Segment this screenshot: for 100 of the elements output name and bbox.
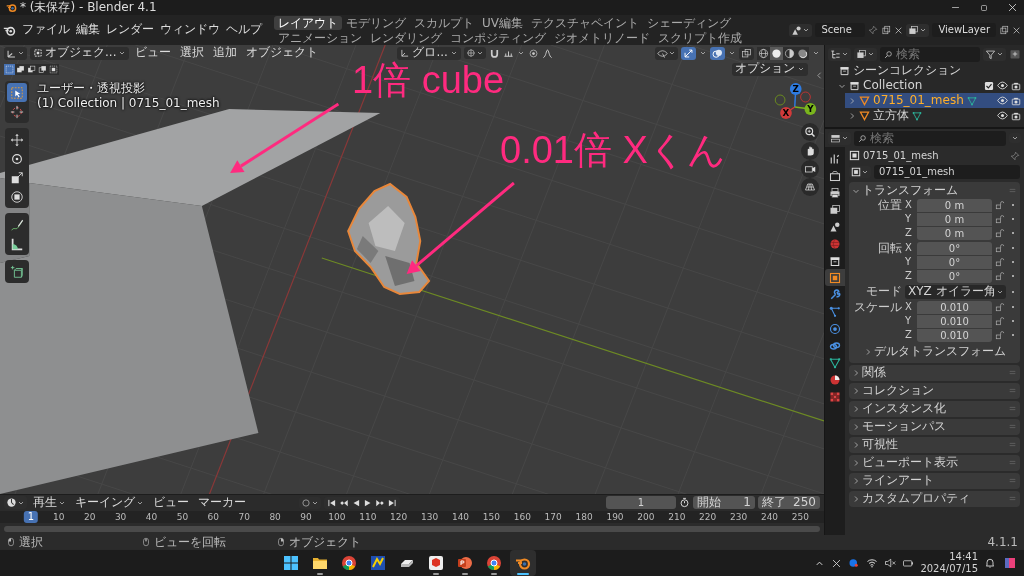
menu-item[interactable]: ビュー xyxy=(150,495,192,510)
panel-header[interactable]: カスタムプロパティ xyxy=(849,490,1020,507)
number-field[interactable]: 0° xyxy=(917,241,992,255)
frame-number: 80 xyxy=(269,511,281,522)
axis-label: X xyxy=(905,242,913,254)
workspace-tab[interactable]: スカルプト xyxy=(410,15,478,30)
menu-dropdown[interactable]: キーイング xyxy=(72,495,147,510)
frame-number: 10 xyxy=(53,511,65,522)
workspace-tab[interactable]: スクリプト作成 xyxy=(654,30,746,45)
workspace-tab[interactable]: レイアウト xyxy=(274,15,342,30)
subpanel-header[interactable]: デルタトランスフォーム xyxy=(852,343,1017,360)
axis-label: Z xyxy=(905,329,913,341)
frame-number: 150 xyxy=(482,511,500,522)
search-field[interactable]: 検索 xyxy=(854,130,1006,146)
scene-name-field[interactable]: Scene xyxy=(815,23,866,37)
frame-number: 100 xyxy=(328,511,346,522)
panel-title: コレクション xyxy=(862,383,934,398)
axis-label: Z xyxy=(792,84,799,95)
frame-number: 40 xyxy=(145,511,158,522)
frame-number: 70 xyxy=(238,511,250,522)
menu-item[interactable]: レンダー xyxy=(103,23,157,37)
axis-label: Y xyxy=(905,315,913,327)
outliner-row[interactable]: Collection xyxy=(835,78,1024,93)
menu-item[interactable]: 編集 xyxy=(73,23,103,37)
menu-item[interactable]: ヘルプ xyxy=(223,23,265,37)
rotation-mode-dropdown[interactable]: XYZ オイラー角 xyxy=(905,284,1006,299)
orientation-dropdown[interactable]: グロ... xyxy=(397,46,461,60)
frame-number: 120 xyxy=(390,511,408,522)
workspace-tab[interactable]: アニメーション xyxy=(274,30,366,45)
outliner-label: 0715_01_mesh xyxy=(873,93,964,108)
menu-item[interactable]: 選択 xyxy=(177,46,208,60)
object-name-field[interactable]: 0715_01_mesh xyxy=(874,164,1020,179)
frame-number: 20 xyxy=(84,511,96,522)
frame-number: 230 xyxy=(730,511,748,522)
menu-item[interactable]: ビュー xyxy=(132,46,175,60)
axis-label: X xyxy=(905,301,913,313)
field-label: スケール xyxy=(853,300,902,314)
menu-item[interactable]: ファイル xyxy=(19,23,73,37)
panel-header[interactable]: ラインアート xyxy=(849,472,1020,489)
status-hint: 選択 xyxy=(19,535,43,549)
search-field[interactable]: 検索 xyxy=(880,46,980,62)
workspace-tab[interactable]: UV編集 xyxy=(478,15,527,30)
outliner-row[interactable]: 立方体 xyxy=(845,108,1024,123)
frame-number: 170 xyxy=(544,511,562,522)
current-frame-marker: 1 xyxy=(23,510,39,523)
annotation-text: 0.01倍 Xくん xyxy=(500,131,726,169)
panel-header[interactable]: ビューポート表示 xyxy=(849,454,1020,471)
end-frame-field[interactable]: 終了 250 xyxy=(758,496,820,510)
axis-label: Z xyxy=(905,227,913,239)
menu-item[interactable]: マーカー xyxy=(195,495,249,510)
object-name: 0715_01_mesh xyxy=(863,150,939,162)
number-field[interactable]: 0° xyxy=(917,255,992,269)
outliner-row[interactable]: シーンコレクション xyxy=(825,63,1024,78)
axis-label: Y xyxy=(905,213,913,225)
panel-header[interactable]: インスタンス化 xyxy=(849,400,1020,417)
workspace-tab[interactable]: レンダリング xyxy=(366,30,446,45)
frame-number: 90 xyxy=(300,511,312,522)
workspace-tab[interactable]: コンポジティング xyxy=(446,30,550,45)
panel-title: インスタンス化 xyxy=(862,401,946,416)
outliner-row[interactable]: 0715_01_mesh xyxy=(845,93,1024,108)
number-field[interactable]: 0 m xyxy=(917,198,992,212)
options-dropdown[interactable]: オプション xyxy=(732,62,808,76)
number-field[interactable]: 0° xyxy=(917,269,992,283)
frame-number: 210 xyxy=(668,511,686,522)
number-field[interactable]: 0.010 xyxy=(917,314,992,328)
outliner-label: Collection xyxy=(863,78,923,93)
menu-dropdown[interactable]: 再生 xyxy=(30,495,69,510)
axis-label: X xyxy=(782,108,790,119)
workspace-tab[interactable]: ジオメトリノード xyxy=(550,30,654,45)
axis-label: X xyxy=(905,199,913,211)
menu-item[interactable]: オブジェクト xyxy=(243,46,322,60)
workspace-tab[interactable]: シェーディング xyxy=(643,15,735,30)
menu-item[interactable]: ウィンドウ xyxy=(157,23,223,37)
workspace-tab[interactable]: テクスチャペイント xyxy=(527,15,643,30)
workspace-tab[interactable]: モデリング xyxy=(342,15,410,30)
frame-number: 30 xyxy=(114,511,127,522)
panel-header[interactable]: トランスフォーム xyxy=(852,182,1017,199)
axis-label: Y xyxy=(807,104,814,115)
panel-title: モーションパス xyxy=(862,419,946,434)
frame-number: 160 xyxy=(513,511,531,522)
panel-header[interactable]: コレクション xyxy=(849,382,1020,399)
number-field[interactable]: 0.010 xyxy=(917,300,992,314)
panel-title: 可視性 xyxy=(862,437,898,452)
panel-header[interactable]: モーションパス xyxy=(849,418,1020,435)
panel-header[interactable]: 可視性 xyxy=(849,436,1020,453)
number-field[interactable]: 0 m xyxy=(917,212,992,226)
panel-header[interactable]: 関係 xyxy=(849,364,1020,381)
number-field[interactable]: 0 m xyxy=(917,226,992,240)
mode-dropdown[interactable]: オブジェク... xyxy=(30,46,130,60)
outliner-label: シーンコレクション xyxy=(853,63,961,78)
frame-number: 130 xyxy=(421,511,439,522)
current-frame-field[interactable]: 1 xyxy=(606,496,676,510)
outliner-label: 立方体 xyxy=(873,108,909,123)
menu-item[interactable]: 追加 xyxy=(210,46,241,60)
number-field[interactable]: 0.010 xyxy=(917,328,992,342)
status-hint: ビューを回転 xyxy=(154,535,226,549)
window-title: * (未保存) - Blender 4.1 xyxy=(20,0,157,15)
panel-title: ビューポート表示 xyxy=(862,455,958,470)
view-layer-name-field[interactable]: ViewLayer xyxy=(932,23,996,37)
start-frame-field[interactable]: 開始 1 xyxy=(693,496,755,510)
